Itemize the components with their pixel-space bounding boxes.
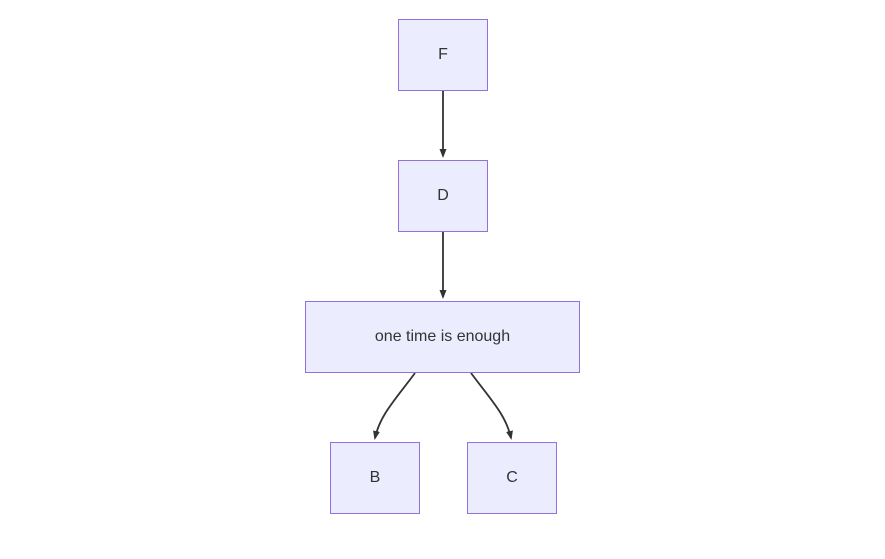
flowchart-diagram: F D one time is enough B C [0, 0, 885, 559]
node-d: D [398, 160, 488, 232]
node-c-label: C [506, 469, 518, 487]
node-d-label: D [437, 187, 449, 205]
node-a-label: one time is enough [375, 328, 510, 346]
node-a: one time is enough [305, 301, 580, 373]
node-f: F [398, 19, 488, 91]
node-b: B [330, 442, 420, 514]
node-b-label: B [370, 469, 381, 487]
edge-a-c [471, 373, 511, 438]
node-f-label: F [438, 46, 448, 64]
edge-a-b [375, 373, 415, 438]
node-c: C [467, 442, 557, 514]
